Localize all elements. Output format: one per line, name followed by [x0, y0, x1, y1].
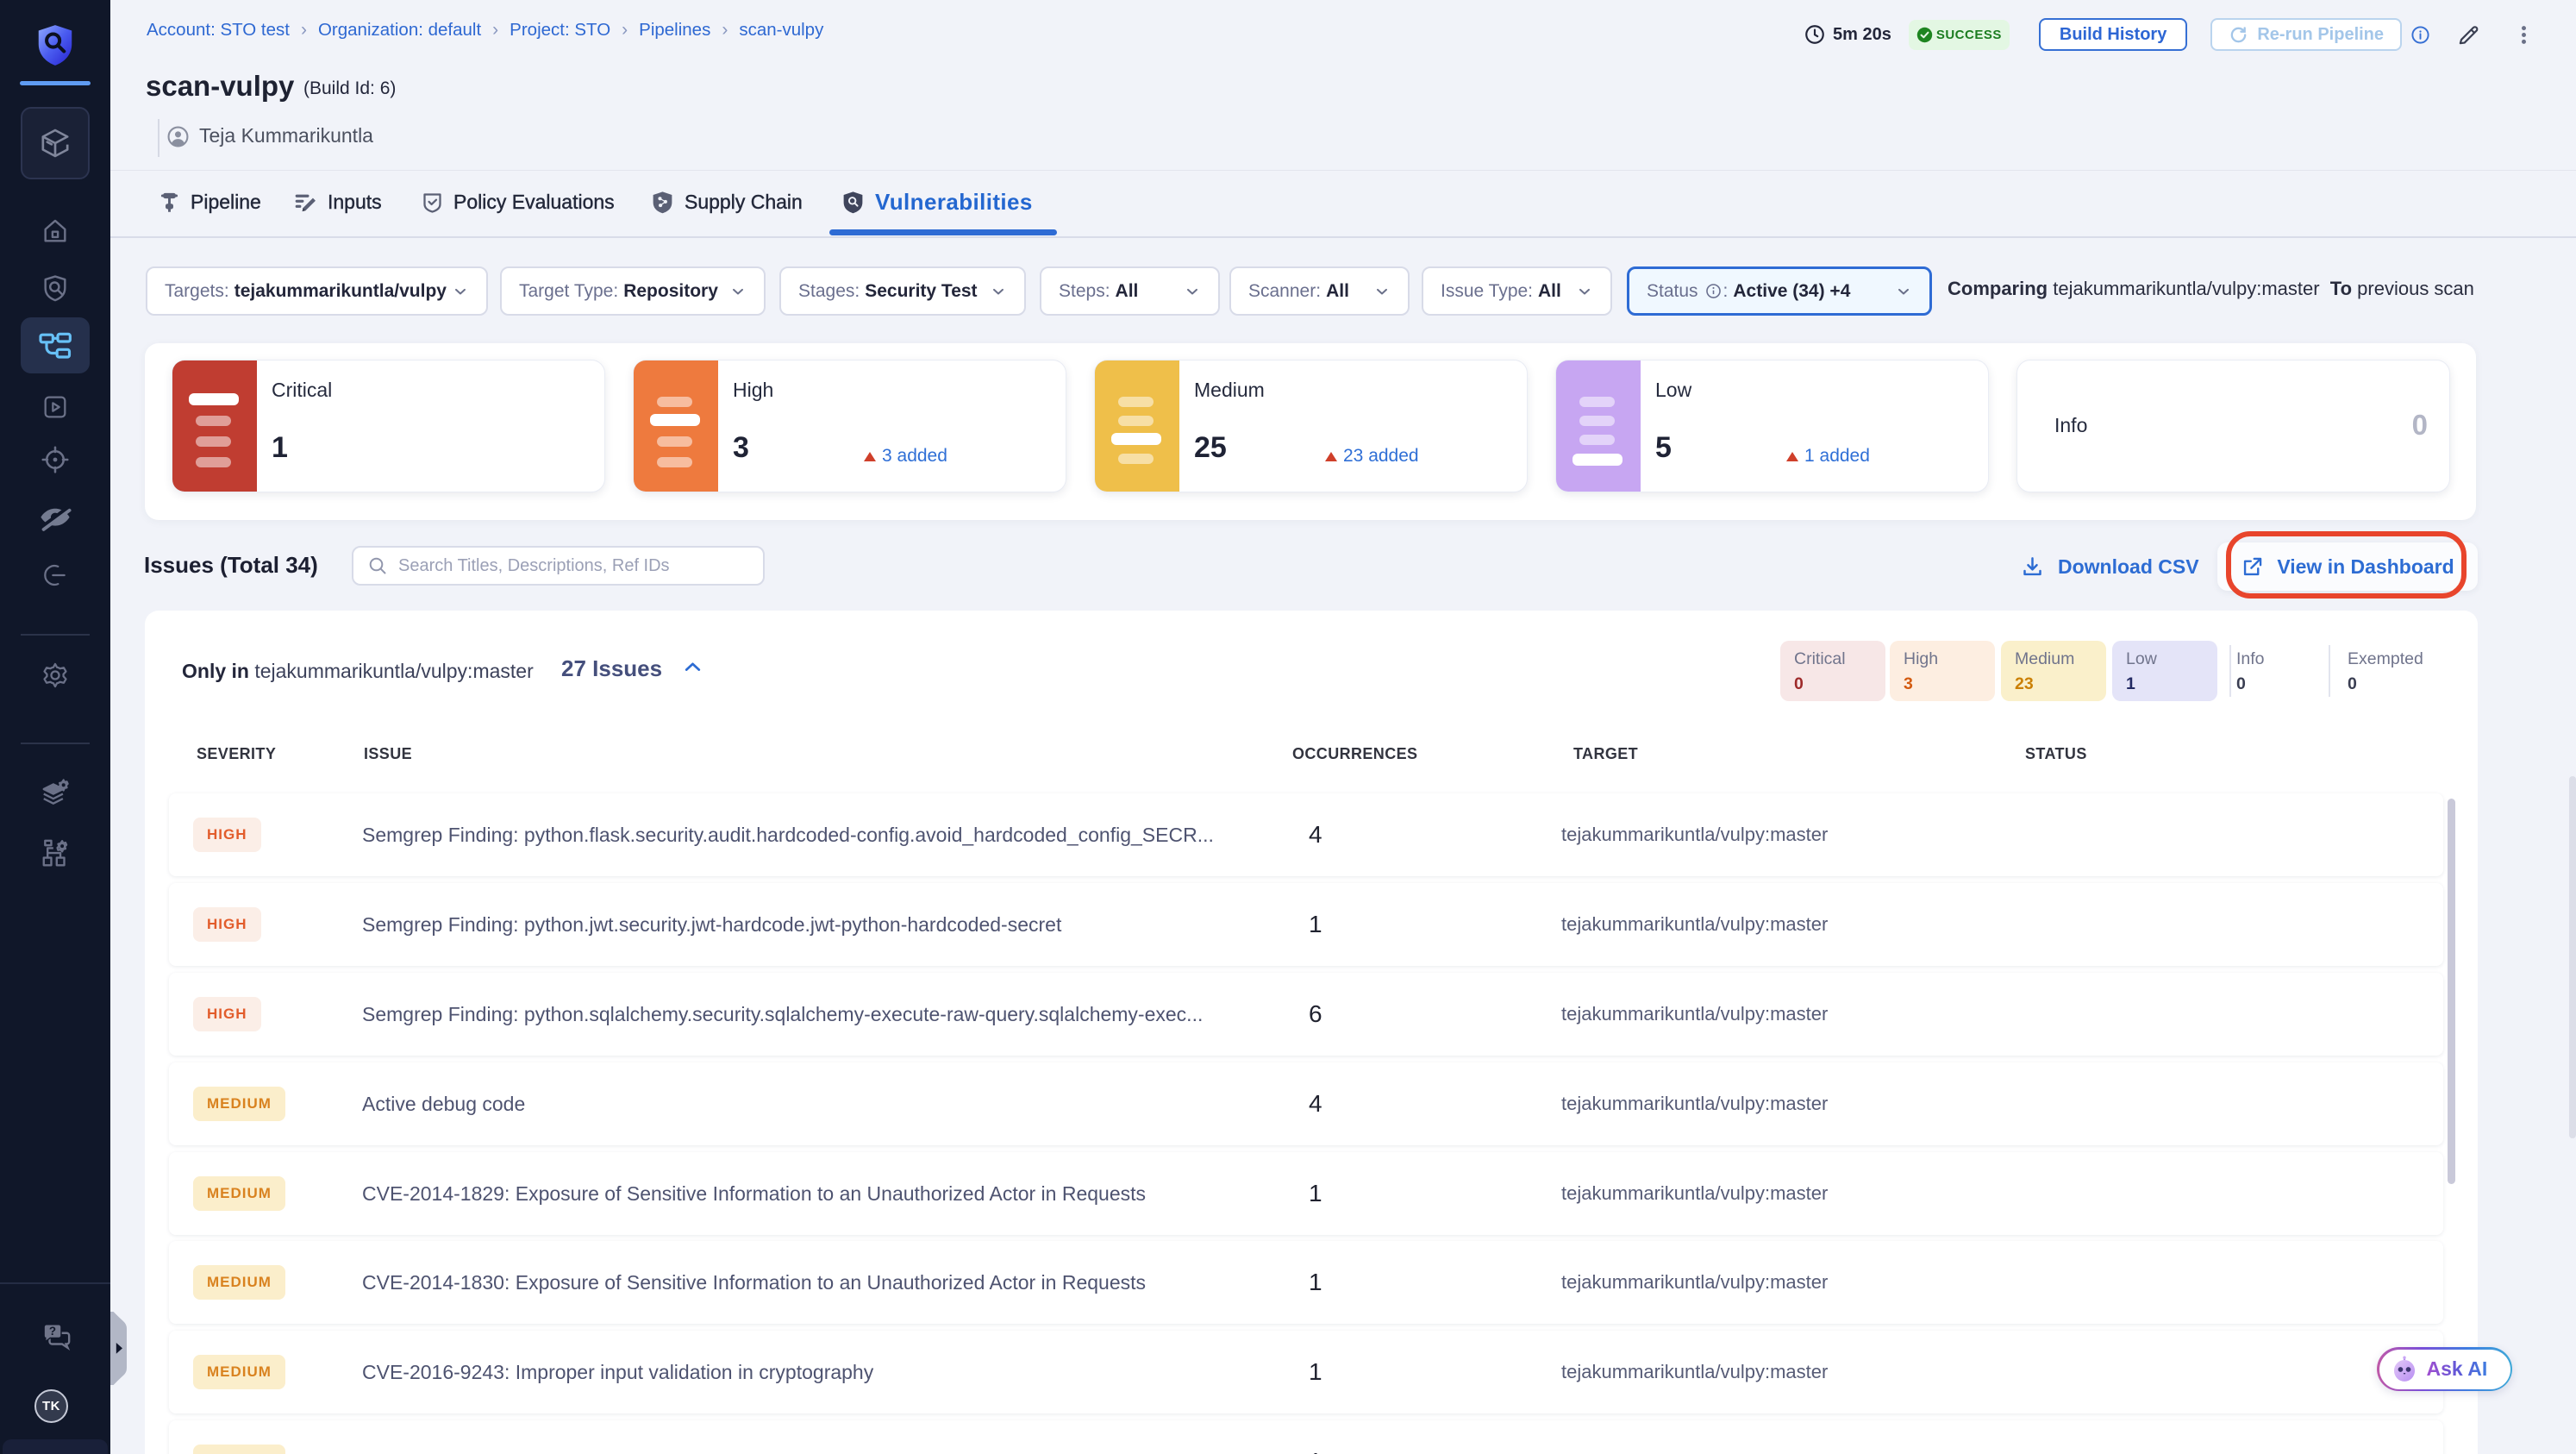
svg-text:?: ?	[49, 1325, 56, 1338]
